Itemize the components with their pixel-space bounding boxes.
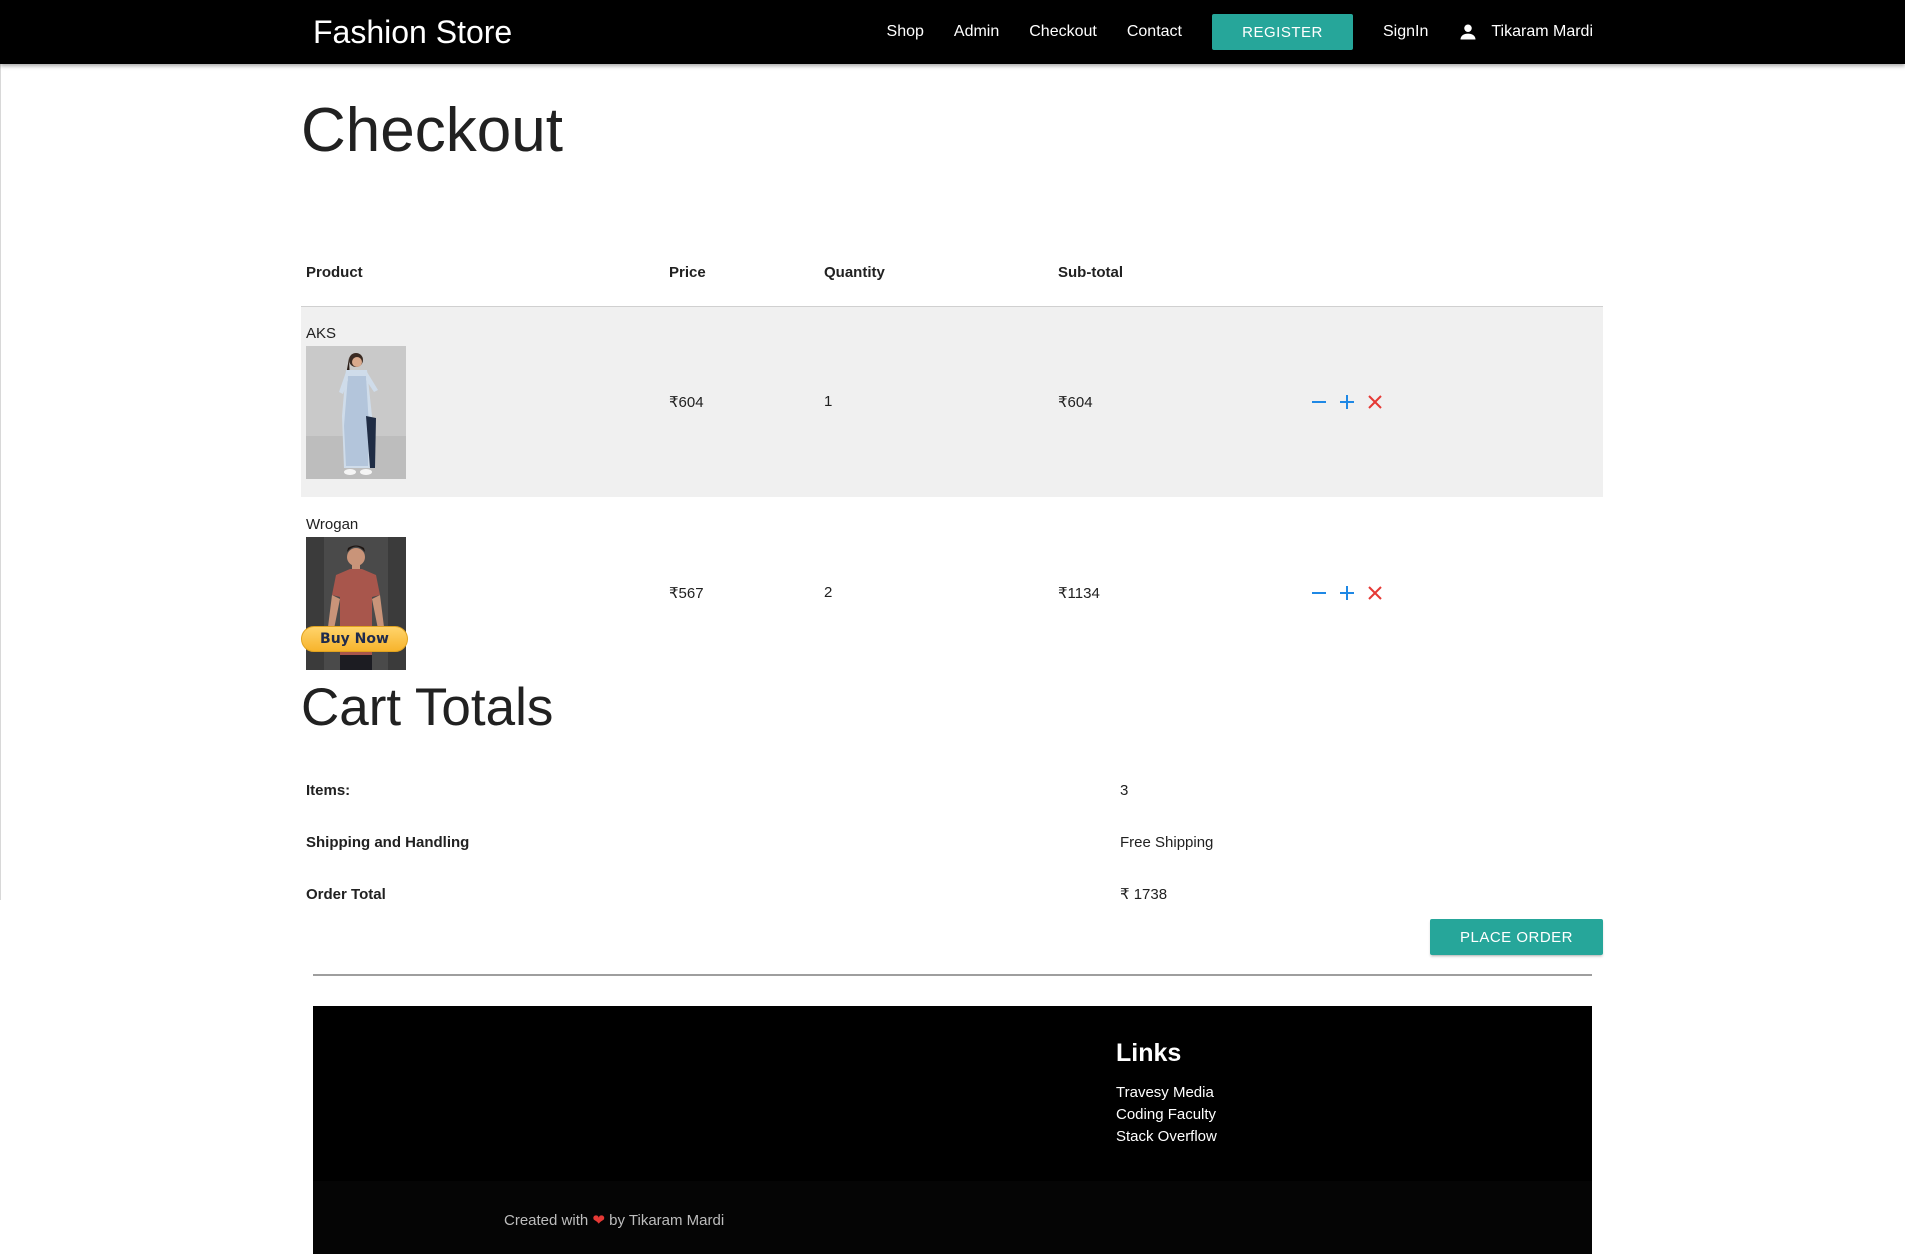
footer-links-title: Links	[1116, 1039, 1182, 1067]
page-footer: Links Travesy Media Coding Faculty Stack…	[313, 1006, 1592, 1254]
product-name: Wrogan	[306, 515, 359, 533]
shipping-value: Free Shipping	[1120, 833, 1214, 851]
plus-icon[interactable]	[1337, 392, 1357, 412]
copyright-prefix: Created with	[504, 1212, 589, 1229]
subtotal-cell: ₹604	[1058, 393, 1093, 411]
header-subtotal: Sub-total	[1053, 240, 1304, 307]
items-label: Items:	[306, 781, 351, 799]
footer-link-coding-faculty[interactable]: Coding Faculty	[1116, 1104, 1217, 1126]
nav-link-signin[interactable]: SignIn	[1368, 0, 1443, 64]
page-edge-divider	[0, 64, 1, 900]
nav-link-contact[interactable]: Contact	[1112, 0, 1197, 64]
shipping-label: Shipping and Handling	[306, 833, 470, 851]
paypal-buy-now-button[interactable]: Buy Now	[301, 626, 408, 652]
price-cell: ₹567	[669, 584, 704, 602]
cart-table-header: Product Price Quantity Sub-total	[301, 240, 1603, 307]
totals-row: Items: 3	[301, 764, 1603, 816]
navbar: Fashion Store Shop Admin Checkout Contac…	[0, 0, 1905, 64]
quantity-cell: 2	[824, 584, 833, 601]
subtotal-cell: ₹1134	[1058, 584, 1100, 602]
minus-icon[interactable]	[1309, 583, 1329, 603]
product-cell: AKS	[301, 306, 664, 497]
order-total-label: Order Total	[306, 885, 386, 903]
actions-cell	[1304, 306, 1603, 497]
nav-link-checkout[interactable]: Checkout	[1014, 0, 1112, 64]
person-icon	[1460, 24, 1476, 40]
brand-logo[interactable]: Fashion Store	[313, 13, 512, 51]
footer-copyright: Created with ❤ by Tikaram Mardi	[313, 1181, 1592, 1254]
close-icon[interactable]	[1365, 392, 1385, 412]
heart-icon: ❤	[592, 1212, 605, 1229]
table-row: Wrogan ₹567 2 ₹1134	[301, 497, 1603, 688]
footer-links: Travesy Media Coding Faculty Stack Overf…	[1116, 1082, 1217, 1148]
header-product: Product	[301, 240, 664, 307]
totals-row: Shipping and Handling Free Shipping	[301, 816, 1603, 868]
register-button[interactable]: REGISTER	[1211, 14, 1353, 50]
actions-cell	[1304, 497, 1603, 688]
cart-totals-title: Cart Totals	[301, 678, 554, 737]
quantity-cell: 1	[824, 393, 833, 411]
header-quantity: Quantity	[819, 240, 1053, 307]
footer-link-travesy-media[interactable]: Travesy Media	[1116, 1082, 1217, 1104]
user-menu[interactable]: Tikaram Mardi	[1443, 22, 1593, 42]
items-value: 3	[1120, 781, 1129, 799]
price-cell: ₹604	[669, 393, 704, 411]
table-row: AKS ₹604 1 ₹604	[301, 306, 1603, 497]
copyright-suffix: by Tikaram Mardi	[609, 1212, 725, 1229]
minus-icon[interactable]	[1309, 392, 1329, 412]
product-cell: Wrogan	[301, 497, 664, 688]
cart-totals-table: Items: 3 Shipping and Handling Free Ship…	[301, 764, 1603, 920]
nav-links: Shop Admin Checkout Contact REGISTER Sig…	[872, 0, 1593, 64]
nav-link-shop[interactable]: Shop	[872, 0, 939, 64]
close-icon[interactable]	[1365, 583, 1385, 603]
copyright-text: Created with ❤ by Tikaram Mardi	[504, 1211, 724, 1229]
place-order-button[interactable]: PLACE ORDER	[1430, 919, 1603, 955]
page-title: Checkout	[301, 96, 563, 165]
header-actions	[1304, 240, 1603, 307]
header-price: Price	[664, 240, 819, 307]
user-name: Tikaram Mardi	[1491, 23, 1593, 40]
footer-link-stack-overflow[interactable]: Stack Overflow	[1116, 1126, 1217, 1148]
product-name: AKS	[306, 324, 337, 342]
footer-divider	[313, 974, 1592, 976]
order-total-value: ₹ 1738	[1120, 886, 1168, 903]
plus-icon[interactable]	[1337, 583, 1357, 603]
product-image[interactable]	[306, 345, 406, 479]
cart-table: Product Price Quantity Sub-total AKS ₹60…	[301, 240, 1603, 688]
totals-row: Order Total ₹ 1738	[301, 868, 1603, 920]
nav-link-admin[interactable]: Admin	[939, 0, 1014, 64]
